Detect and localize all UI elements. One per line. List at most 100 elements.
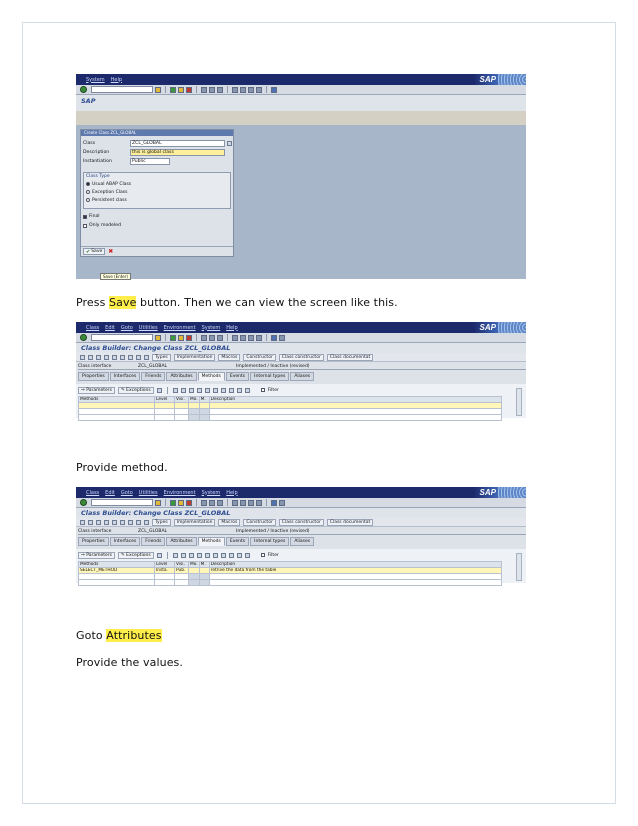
table-row[interactable] (78, 579, 503, 586)
help-icon[interactable] (271, 499, 277, 506)
save-icon[interactable] (155, 499, 161, 506)
implementation-button[interactable]: Implementation (173, 518, 216, 526)
last-page-icon[interactable] (256, 499, 262, 506)
display-change-icon[interactable] (96, 519, 101, 525)
menu-goto[interactable]: Goto (121, 490, 133, 496)
macros-button[interactable]: Macros (218, 353, 241, 361)
find-icon[interactable] (209, 499, 215, 506)
constructor-button[interactable]: Constructor (243, 353, 276, 361)
tab-friends[interactable]: Friends (141, 537, 166, 546)
hierarchy-icon[interactable] (128, 354, 133, 360)
activate-icon[interactable] (112, 519, 117, 525)
constructor-button[interactable]: Constructor (243, 518, 276, 526)
table-row[interactable] (78, 414, 503, 421)
insert-row-icon[interactable] (196, 552, 202, 558)
exit-icon[interactable] (178, 86, 184, 93)
cancel-icon[interactable] (186, 86, 192, 93)
help-icon[interactable] (271, 334, 277, 341)
last-page-icon[interactable] (256, 334, 262, 341)
tab-aliases[interactable]: Aliases (290, 372, 315, 381)
paste-icon[interactable] (188, 552, 194, 558)
last-page-icon[interactable] (256, 86, 262, 93)
delete-row-icon[interactable] (204, 387, 210, 393)
menu-environment[interactable]: Environment (164, 325, 196, 331)
tab-events[interactable]: Events (225, 372, 250, 381)
tab-methods[interactable]: Methods (197, 537, 225, 546)
tab-aliases[interactable]: Aliases (290, 537, 315, 546)
activate-icon[interactable] (112, 354, 117, 360)
implementation-button[interactable]: Implementation (173, 353, 216, 361)
first-page-icon[interactable] (232, 86, 238, 93)
tab-interfaces[interactable]: Interfaces (109, 537, 141, 546)
cancel-icon[interactable] (186, 499, 192, 506)
macros-button[interactable]: Macros (218, 518, 241, 526)
enter-icon[interactable] (80, 499, 87, 506)
menu-system[interactable]: System (86, 77, 105, 83)
menu-system[interactable]: System (202, 325, 221, 331)
command-field[interactable] (91, 334, 153, 341)
tab-methods[interactable]: Methods (197, 372, 225, 381)
prev-page-icon[interactable] (240, 499, 246, 506)
menu-class[interactable]: Class (86, 325, 99, 331)
next-page-icon[interactable] (248, 334, 254, 341)
filter-checkbox[interactable] (260, 388, 265, 392)
test-icon[interactable] (136, 354, 141, 360)
first-page-icon[interactable] (232, 499, 238, 506)
cut-icon[interactable] (172, 387, 178, 393)
checkbox-final[interactable] (83, 214, 87, 219)
forward-arrow-icon[interactable] (88, 519, 93, 525)
paste-icon[interactable] (188, 387, 194, 393)
close-icon[interactable]: ✖ (108, 248, 113, 255)
test-icon[interactable] (136, 519, 141, 525)
command-field[interactable] (91, 499, 153, 506)
types-button[interactable]: Types (152, 518, 171, 526)
exit-icon[interactable] (178, 499, 184, 506)
instantiation-select[interactable]: Public (130, 158, 170, 165)
copy-icon[interactable] (180, 552, 186, 558)
back-arrow-icon[interactable] (80, 519, 85, 525)
layout-icon[interactable] (244, 552, 250, 558)
exit-icon[interactable] (178, 334, 184, 341)
source-code-icon[interactable] (156, 552, 162, 558)
find-icon[interactable] (228, 552, 234, 558)
tab-interfaces[interactable]: Interfaces (109, 372, 141, 381)
exceptions-button[interactable]: ✎ Exceptions (117, 386, 154, 394)
parameters-button[interactable]: ⇒ Parameters (78, 551, 115, 559)
menu-environment[interactable]: Environment (164, 490, 196, 496)
source-code-icon[interactable] (156, 387, 162, 393)
where-used-icon[interactable] (120, 354, 125, 360)
menu-help[interactable]: Help (111, 77, 122, 83)
check-icon[interactable] (104, 354, 109, 360)
first-page-icon[interactable] (232, 334, 238, 341)
back-arrow-icon[interactable] (80, 354, 85, 360)
display-change-icon[interactable] (96, 354, 101, 360)
help-icon[interactable] (271, 86, 277, 93)
dropdown-icon[interactable] (227, 141, 232, 146)
class-constructor-button[interactable]: Class constructor (278, 353, 324, 361)
menu-edit[interactable]: Edit (105, 325, 115, 331)
find-next-icon[interactable] (236, 552, 242, 558)
hierarchy-icon[interactable] (128, 519, 133, 525)
info-icon[interactable] (144, 354, 149, 360)
menu-utilities[interactable]: Utilities (139, 325, 158, 331)
find-next-icon[interactable] (217, 86, 223, 93)
enter-icon[interactable] (80, 86, 87, 93)
back-icon[interactable] (170, 334, 176, 341)
filter-checkbox[interactable] (260, 553, 265, 557)
tab-properties[interactable]: Properties (78, 372, 109, 381)
find-next-icon[interactable] (217, 334, 223, 341)
description-input[interactable]: this is global class (130, 149, 225, 156)
prev-page-icon[interactable] (240, 86, 246, 93)
command-field[interactable] (91, 86, 153, 93)
prev-page-icon[interactable] (240, 334, 246, 341)
checkbox-only-modeled[interactable] (83, 223, 87, 228)
tab-friends[interactable]: Friends (141, 372, 166, 381)
find-icon[interactable] (209, 334, 215, 341)
find-icon[interactable] (209, 86, 215, 93)
types-button[interactable]: Types (152, 353, 171, 361)
layout-icon[interactable] (244, 387, 250, 393)
delete-row-icon[interactable] (204, 552, 210, 558)
enter-icon[interactable] (80, 334, 87, 341)
forward-arrow-icon[interactable] (88, 354, 93, 360)
layout-icon[interactable] (279, 499, 285, 506)
